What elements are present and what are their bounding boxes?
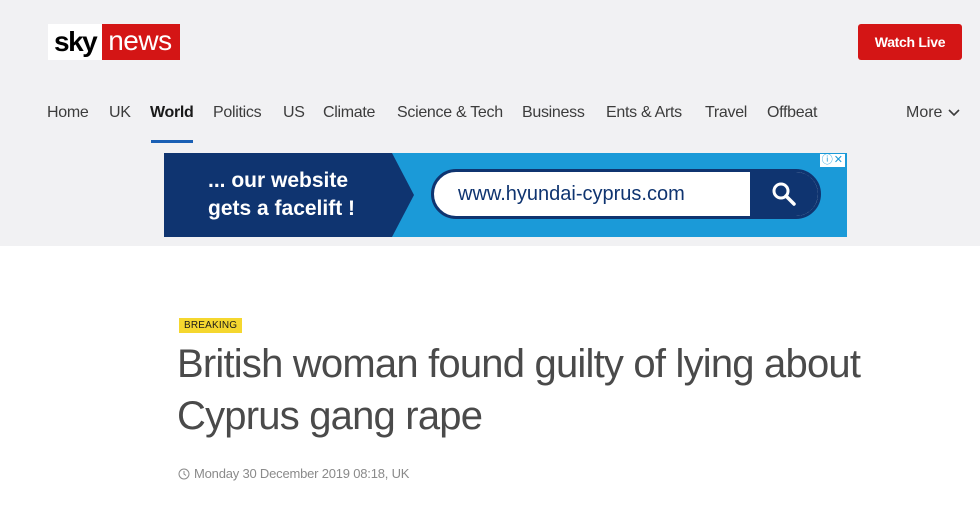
breaking-badge: BREAKING xyxy=(179,318,243,333)
masthead: sky news Watch Live Home UK World Politi… xyxy=(0,0,980,246)
logo-news-text: news xyxy=(102,24,180,60)
nav-item-uk[interactable]: UK xyxy=(109,104,131,122)
main-nav: Home UK World Politics US Climate Scienc… xyxy=(0,100,980,146)
ad-search-button[interactable] xyxy=(750,172,818,216)
nav-more-button[interactable]: More xyxy=(906,104,961,122)
nav-item-home[interactable]: Home xyxy=(47,104,89,122)
article-timestamp: Monday 30 December 2019 08:18, UK xyxy=(178,466,409,481)
watch-live-button[interactable]: Watch Live xyxy=(858,24,962,60)
nav-item-ents-arts[interactable]: Ents & Arts xyxy=(606,104,682,122)
ad-tagline: ... our website gets a facelift ! xyxy=(208,167,398,223)
nav-item-climate[interactable]: Climate xyxy=(323,104,375,122)
nav-more-label: More xyxy=(906,104,943,121)
timestamp-text: Monday 30 December 2019 08:18, UK xyxy=(194,466,410,481)
nav-active-indicator xyxy=(151,140,193,143)
clock-icon xyxy=(178,468,190,479)
article-headline: British woman found guilty of lying abou… xyxy=(177,342,861,438)
sky-news-logo[interactable]: sky news xyxy=(48,24,180,60)
search-icon xyxy=(772,182,796,206)
chevron-down-icon xyxy=(948,109,961,117)
nav-item-politics[interactable]: Politics xyxy=(213,104,262,122)
advert-banner[interactable]: ... our website gets a facelift ! www.hy… xyxy=(164,153,847,237)
nav-item-business[interactable]: Business xyxy=(522,104,585,122)
nav-item-us[interactable]: US xyxy=(283,104,305,122)
logo-sky-text: sky xyxy=(48,24,103,60)
nav-item-science-tech[interactable]: Science & Tech xyxy=(397,104,503,122)
nav-item-offbeat[interactable]: Offbeat xyxy=(767,104,817,122)
nav-item-travel[interactable]: Travel xyxy=(705,104,747,122)
ad-close-icon[interactable]: ✕ xyxy=(834,154,843,167)
nav-item-world[interactable]: World xyxy=(150,104,194,122)
ad-tagline-line-2: gets a facelift ! xyxy=(208,197,356,220)
ad-url-text: www.hyundai-cyprus.com xyxy=(458,183,685,205)
ad-search-box[interactable]: www.hyundai-cyprus.com xyxy=(431,169,821,219)
ad-info-icon[interactable]: ⓘ xyxy=(822,154,833,167)
ad-tagline-line-1: ... our website xyxy=(208,169,349,192)
ad-choices-badge[interactable]: ⓘ ✕ xyxy=(819,154,845,167)
